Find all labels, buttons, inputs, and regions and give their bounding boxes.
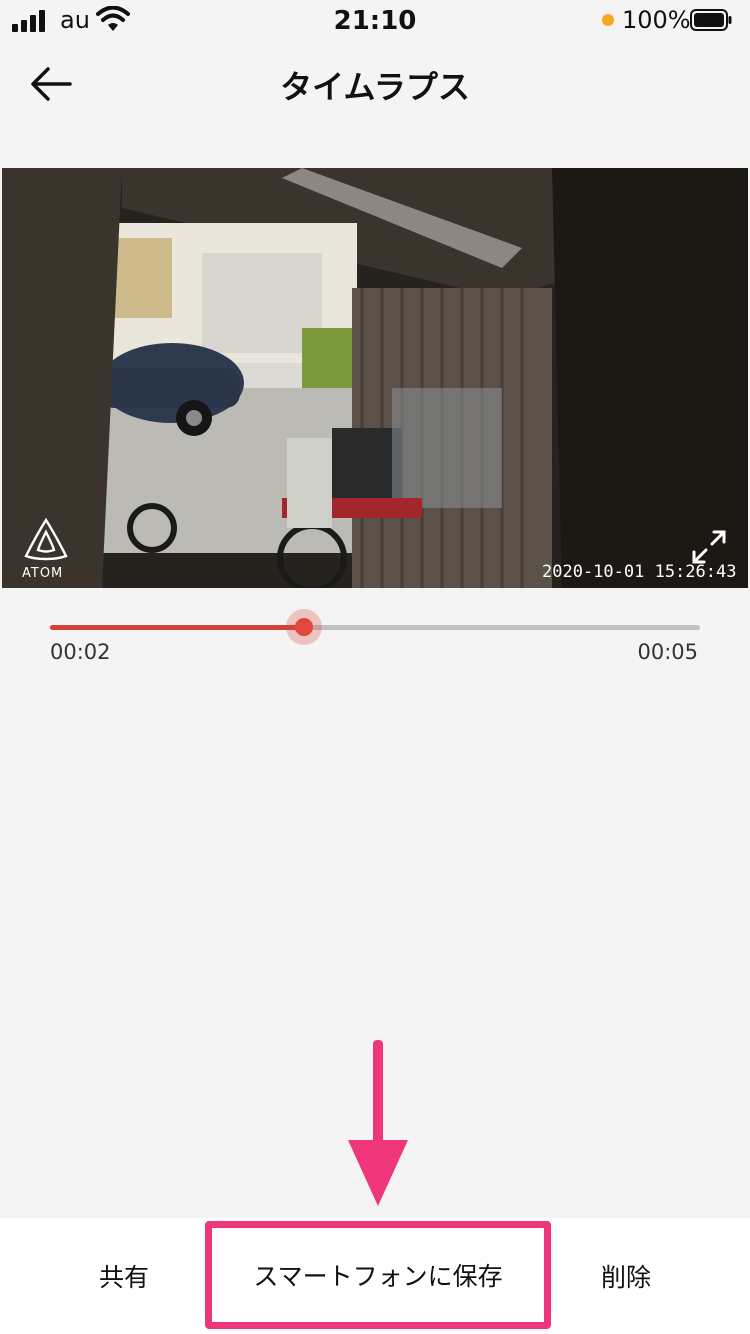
video-player[interactable]: ATOM 2020-10-01 15:26:43 [2, 168, 748, 588]
current-time: 00:02 [50, 640, 111, 664]
progress-thumb[interactable] [285, 609, 322, 645]
camera-frame-image [2, 168, 748, 588]
bottom-action-bar: 共有 スマートフォンに保存 削除 [0, 1218, 750, 1334]
status-bar: au 21:10 100% [0, 0, 750, 40]
battery-icon [690, 9, 732, 31]
progress-fill [50, 625, 304, 630]
atom-logo-text: ATOM [22, 566, 64, 581]
page-title: タイムラプス [280, 68, 470, 106]
annotation-arrow-icon [348, 1040, 408, 1206]
share-button[interactable]: 共有 [62, 1218, 186, 1334]
save-to-phone-button[interactable]: スマートフォンに保存 [205, 1221, 551, 1329]
progress-track[interactable] [50, 609, 700, 645]
battery-percent: 100% [622, 6, 691, 34]
total-time: 00:05 [637, 640, 698, 664]
recording-dot [602, 14, 614, 26]
delete-button[interactable]: 削除 [562, 1218, 690, 1334]
expand-icon[interactable] [690, 528, 728, 566]
